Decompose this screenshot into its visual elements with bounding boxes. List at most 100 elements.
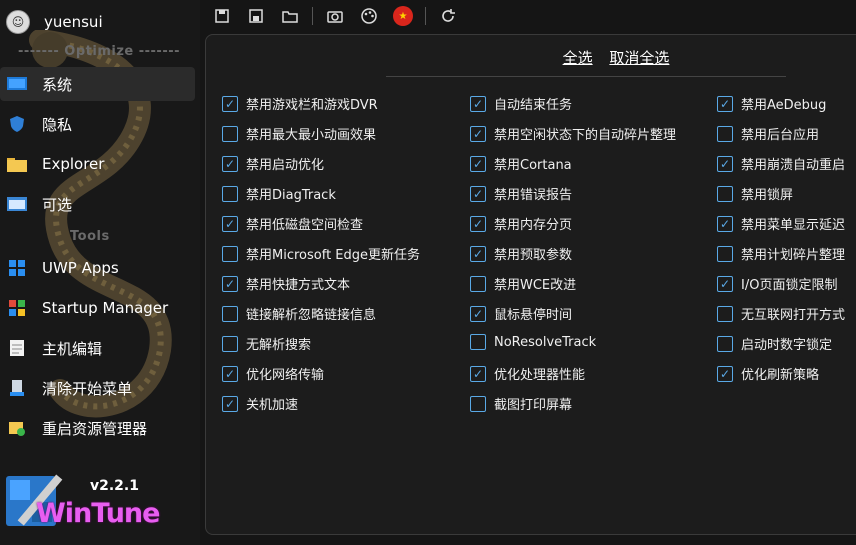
option-checkbox[interactable]: 链接解析忽略链接信息: [222, 304, 376, 323]
avatar: ☺: [6, 10, 30, 34]
option-checkbox[interactable]: ✓ 禁用错误报告: [470, 184, 572, 203]
checkbox-unchecked-icon[interactable]: [717, 335, 733, 352]
option-checkbox[interactable]: 禁用WCE改进: [470, 274, 576, 293]
checkbox-unchecked-icon[interactable]: [222, 335, 238, 352]
option-checkbox[interactable]: ✓ 禁用崩溃自动重启: [717, 154, 845, 173]
option-checkbox[interactable]: 启动时数字锁定: [717, 334, 832, 353]
option-checkbox[interactable]: ✓ 禁用菜单显示延迟: [717, 214, 845, 233]
checkbox-unchecked-icon[interactable]: [717, 185, 733, 202]
option-checkbox[interactable]: ✓ 禁用Cortana: [470, 154, 572, 173]
sidebar-item-uwp-apps[interactable]: UWP Apps: [0, 251, 195, 285]
checkbox-checked-icon[interactable]: ✓: [222, 275, 238, 292]
option-checkbox[interactable]: ✓ 禁用空闲状态下的自动碎片整理: [470, 124, 676, 143]
username: yuensui: [44, 13, 103, 31]
option-checkbox[interactable]: ✓ 优化刷新策略: [717, 364, 819, 383]
checkbox-checked-icon[interactable]: ✓: [717, 215, 733, 232]
checkbox-checked-icon[interactable]: ✓: [470, 305, 486, 322]
sidebar-item-hosts-editor[interactable]: 主机编辑: [0, 331, 195, 365]
sidebar-item-system[interactable]: 系统: [0, 67, 195, 101]
option-checkbox[interactable]: 禁用锁屏: [717, 184, 793, 203]
sidebar-item-label: UWP Apps: [42, 259, 119, 277]
screenshot-icon[interactable]: [324, 5, 346, 27]
option-label: 鼠标悬停时间: [494, 308, 573, 323]
user-profile[interactable]: ☺ yuensui: [6, 10, 103, 34]
option-checkbox[interactable]: 截图打印屏幕: [470, 394, 572, 413]
option-checkbox[interactable]: ✓ 禁用AeDebug: [717, 94, 826, 113]
sidebar-item-privacy[interactable]: 隐私: [0, 107, 195, 141]
theme-palette-icon[interactable]: [358, 5, 380, 27]
option-checkbox[interactable]: 禁用DiagTrack: [222, 184, 336, 203]
option-checkbox[interactable]: ✓ 禁用启动优化: [222, 154, 324, 173]
checkbox-unchecked-icon[interactable]: [222, 125, 238, 142]
checkbox-unchecked-icon[interactable]: [717, 305, 733, 322]
checkbox-unchecked-icon[interactable]: [470, 334, 486, 350]
save-icon[interactable]: [211, 5, 233, 27]
checkbox-checked-icon[interactable]: ✓: [470, 215, 486, 232]
option-checkbox[interactable]: 无互联网打开方式: [717, 304, 845, 323]
checkbox-unchecked-icon[interactable]: [717, 125, 733, 142]
save-all-icon[interactable]: [245, 5, 267, 27]
checkbox-checked-icon[interactable]: ✓: [470, 125, 486, 142]
checkbox-checked-icon[interactable]: ✓: [717, 155, 733, 172]
language-flag-icon[interactable]: ★: [392, 5, 414, 27]
sidebar-item-startup-manager[interactable]: Startup Manager: [0, 291, 195, 325]
checkbox-unchecked-icon[interactable]: [222, 245, 238, 262]
option-checkbox[interactable]: ✓ 禁用游戏栏和游戏DVR: [222, 94, 378, 113]
checkbox-checked-icon[interactable]: ✓: [470, 365, 486, 382]
option-label: NoResolveTrack: [494, 334, 597, 350]
checkbox-checked-icon[interactable]: ✓: [222, 95, 238, 112]
option-checkbox[interactable]: 禁用最大最小动画效果: [222, 124, 376, 143]
option-label: 禁用启动优化: [246, 158, 325, 173]
option-label: I/O页面锁定限制: [741, 278, 838, 293]
checkbox-checked-icon[interactable]: ✓: [222, 365, 238, 382]
checkbox-checked-icon[interactable]: ✓: [470, 155, 486, 172]
checkbox-unchecked-icon[interactable]: [717, 245, 733, 262]
sidebar-item-optional[interactable]: 可选: [0, 187, 195, 221]
option-checkbox[interactable]: ✓ I/O页面锁定限制: [717, 274, 837, 293]
refresh-icon[interactable]: [437, 5, 459, 27]
checkbox-checked-icon[interactable]: ✓: [470, 245, 486, 262]
china-flag-icon: ★: [393, 6, 413, 26]
sidebar-item-explorer[interactable]: Explorer: [0, 147, 195, 181]
option-checkbox[interactable]: NoResolveTrack: [470, 334, 596, 350]
checkbox-unchecked-icon[interactable]: [470, 275, 486, 292]
checkbox-checked-icon[interactable]: ✓: [222, 395, 238, 412]
checkbox-checked-icon[interactable]: ✓: [222, 155, 238, 172]
option-label: 禁用快捷方式文本: [246, 278, 351, 293]
checkbox-checked-icon[interactable]: ✓: [222, 215, 238, 232]
option-checkbox[interactable]: ✓ 禁用预取参数: [470, 244, 572, 263]
option-label: 禁用错误报告: [494, 188, 573, 203]
options-panel: 全选 取消全选 ✓ 禁用游戏栏和游戏DVR 禁用最大最小动画效果 ✓ 禁用启动优化禁用D…: [205, 34, 856, 535]
option-label: 禁用游戏栏和游戏DVR: [246, 98, 378, 113]
sidebar-item-clean-start-menu[interactable]: 清除开始菜单: [0, 371, 195, 405]
checkbox-checked-icon[interactable]: ✓: [717, 275, 733, 292]
option-label: 禁用后台应用: [741, 128, 820, 143]
option-label: 优化网络传输: [246, 368, 325, 383]
option-label: 优化处理器性能: [494, 368, 586, 383]
checkbox-checked-icon[interactable]: ✓: [717, 365, 733, 382]
checkbox-unchecked-icon[interactable]: [470, 395, 486, 412]
checkbox-checked-icon[interactable]: ✓: [717, 95, 733, 112]
option-checkbox[interactable]: ✓ 优化网络传输: [222, 364, 324, 383]
checkbox-unchecked-icon[interactable]: [222, 185, 238, 202]
option-checkbox[interactable]: ✓ 禁用内存分页: [470, 214, 572, 233]
option-checkbox[interactable]: 禁用计划碎片整理: [717, 244, 845, 263]
deselect-all-link[interactable]: 取消全选: [609, 49, 669, 67]
option-checkbox[interactable]: ✓ 优化处理器性能: [470, 364, 585, 383]
option-checkbox[interactable]: ✓ 自动结束任务: [470, 94, 572, 113]
checkbox-unchecked-icon[interactable]: [222, 305, 238, 322]
option-checkbox[interactable]: 无解析搜索: [222, 334, 311, 353]
select-all-link[interactable]: 全选: [563, 49, 593, 67]
toolbar-separator: [425, 7, 426, 25]
option-checkbox[interactable]: ✓ 禁用快捷方式文本: [222, 274, 350, 293]
option-checkbox[interactable]: ✓ 禁用低磁盘空间检查: [222, 214, 363, 233]
option-checkbox[interactable]: ✓ 关机加速: [222, 394, 298, 413]
divider: [386, 76, 786, 77]
option-checkbox[interactable]: ✓ 鼠标悬停时间: [470, 304, 572, 323]
checkbox-checked-icon[interactable]: ✓: [470, 185, 486, 202]
sidebar-item-restart-explorer[interactable]: 重启资源管理器: [0, 411, 195, 445]
open-folder-icon[interactable]: [279, 5, 301, 27]
option-checkbox[interactable]: 禁用后台应用: [717, 124, 819, 143]
option-checkbox[interactable]: 禁用Microsoft Edge更新任务: [222, 244, 420, 263]
checkbox-checked-icon[interactable]: ✓: [470, 95, 486, 112]
